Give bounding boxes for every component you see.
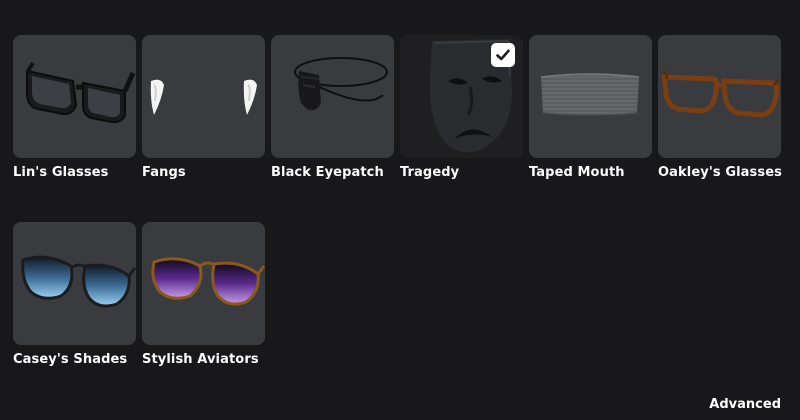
selected-check-icon: [491, 43, 515, 67]
accessory-grid: Lin's Glasses Fangs Black Eyepatch Trage…: [13, 35, 793, 367]
item-tile[interactable]: [142, 35, 265, 158]
item-tragedy[interactable]: Tragedy: [400, 35, 523, 180]
item-tile[interactable]: [13, 35, 136, 158]
item-oakleys-glasses[interactable]: Oakley's Glasses: [658, 35, 782, 180]
item-stylish-aviators[interactable]: Stylish Aviators: [142, 222, 265, 367]
fangs-icon: [150, 79, 257, 115]
item-tile[interactable]: [271, 35, 394, 158]
item-label: Lin's Glasses: [13, 165, 109, 180]
item-taped-mouth[interactable]: Taped Mouth: [529, 35, 652, 180]
taped-mouth-icon: [540, 73, 640, 116]
oakleys-glasses-icon: [661, 69, 781, 118]
advanced-button[interactable]: Advanced: [709, 397, 781, 412]
item-tile[interactable]: [13, 222, 136, 345]
item-label: Stylish Aviators: [142, 352, 259, 367]
item-label: Tragedy: [400, 165, 460, 180]
item-tile[interactable]: [529, 35, 652, 158]
caseys-shades-icon: [21, 255, 136, 308]
item-tile[interactable]: [400, 35, 523, 158]
item-fangs[interactable]: Fangs: [142, 35, 265, 180]
item-label: Black Eyepatch: [271, 165, 384, 180]
item-lins-glasses[interactable]: Lin's Glasses: [13, 35, 136, 180]
item-label: Fangs: [142, 165, 186, 180]
stylish-aviators-icon: [151, 257, 265, 306]
lins-glasses-icon: [25, 61, 136, 124]
item-black-eyepatch[interactable]: Black Eyepatch: [271, 35, 394, 180]
black-eyepatch-icon: [294, 57, 388, 111]
item-label: Casey's Shades: [13, 352, 128, 367]
item-tile[interactable]: [142, 222, 265, 345]
item-caseys-shades[interactable]: Casey's Shades: [13, 222, 136, 367]
item-label: Oakley's Glasses: [658, 165, 782, 180]
item-label: Taped Mouth: [529, 165, 625, 180]
accessory-row-2: Casey's Shades Stylish Aviators: [13, 222, 793, 367]
item-tile[interactable]: [658, 35, 781, 158]
accessory-row-1: Lin's Glasses Fangs Black Eyepatch Trage…: [13, 35, 793, 180]
